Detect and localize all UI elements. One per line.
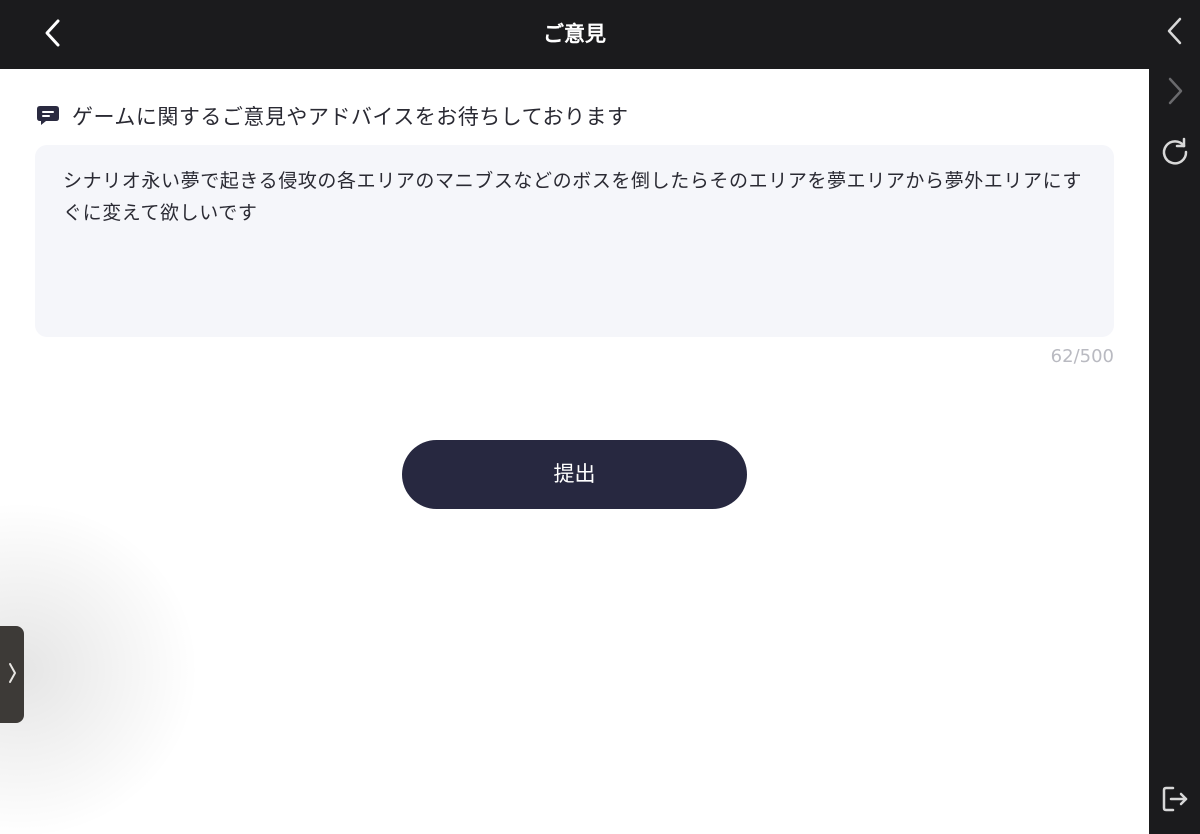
message-icon — [36, 105, 60, 127]
browser-refresh-button[interactable] — [1149, 130, 1200, 176]
browser-forward-button[interactable] — [1149, 70, 1200, 116]
chevron-left-icon — [1165, 16, 1185, 50]
feedback-heading-text: ゲームに関するご意見やアドバイスをお待ちしております — [72, 105, 629, 129]
character-counter: 62/500 — [1050, 346, 1114, 367]
side-drawer-tab[interactable] — [0, 626, 24, 723]
browser-back-button[interactable] — [1149, 10, 1200, 56]
chevron-right-icon — [1165, 76, 1185, 110]
feedback-heading: ゲームに関するご意見やアドバイスをお待ちしております — [36, 100, 628, 132]
side-tab-shadow — [0, 500, 200, 834]
feedback-textarea[interactable]: シナリオ永い夢で起きる侵攻の各エリアのマニブスなどのボスを倒したらそのエリアを夢… — [35, 145, 1114, 337]
page-title: ご意見 — [543, 22, 606, 46]
app-window: ご意見 ゲームに関するご意見やアドバイスをお待ちしております シナリオ永い夢で起… — [0, 0, 1200, 834]
refresh-icon — [1160, 136, 1190, 170]
chevron-right-icon — [7, 660, 17, 690]
exit-icon — [1160, 784, 1190, 818]
feedback-page: ご意見 ゲームに関するご意見やアドバイスをお待ちしております シナリオ永い夢で起… — [0, 0, 1149, 834]
browser-exit-button[interactable] — [1149, 778, 1200, 824]
submit-button[interactable]: 提出 — [402, 440, 747, 509]
top-bar: ご意見 — [0, 0, 1149, 69]
browser-control-rail — [1149, 0, 1200, 834]
